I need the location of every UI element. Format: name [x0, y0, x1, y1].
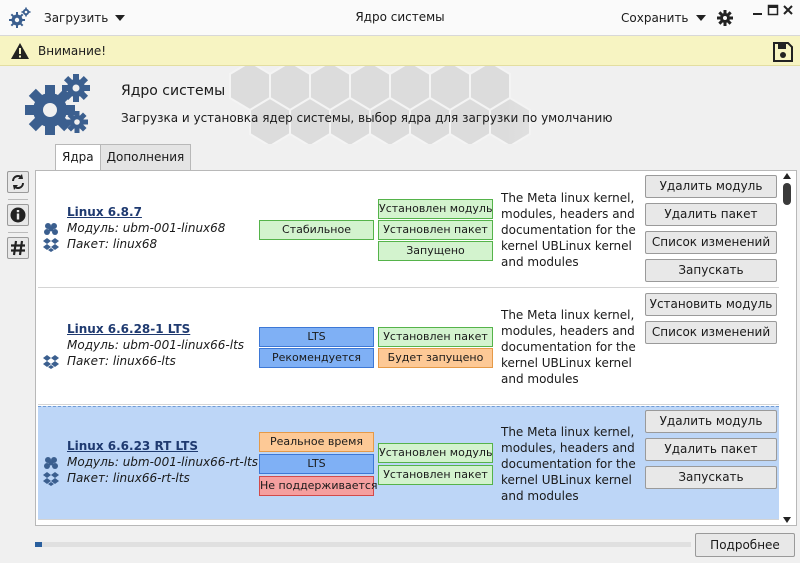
scroll-up-icon[interactable]	[782, 172, 792, 180]
floppy-disk-icon[interactable]	[772, 41, 794, 63]
hexagon-background	[100, 66, 640, 144]
status-badge: LTS	[259, 327, 374, 347]
kernel-name-link[interactable]: Linux 6.6.23 RT LTS	[67, 439, 198, 453]
kernel-package: Пакет: linux66-lts	[67, 354, 176, 368]
launch-button[interactable]: Запускать	[645, 259, 777, 282]
tool-separator	[8, 199, 28, 200]
launch-button[interactable]: Запускать	[645, 466, 777, 489]
tab-addons[interactable]: Дополнения	[99, 144, 192, 170]
status-badge: Стабильное	[259, 220, 374, 240]
status-badge: Запущено	[378, 241, 493, 261]
kernel-description: The Meta linux kernel, modules, headers …	[501, 308, 636, 386]
tool-separator	[8, 232, 28, 233]
tab-kernels[interactable]: Ядра	[55, 144, 101, 171]
status-badge: Установлен пакет	[378, 220, 493, 240]
info-icon	[10, 207, 26, 223]
kernel-package: Пакет: linux66-rt-lts	[67, 471, 190, 485]
chevron-down-icon	[695, 15, 706, 21]
kernel-row[interactable]: Linux 6.8.7 Модуль: ubm-001-linux68 Паке…	[38, 171, 779, 288]
warning-icon	[11, 43, 29, 59]
remove-module-button[interactable]: Удалить модуль	[645, 175, 777, 198]
kernel-name-link[interactable]: Linux 6.6.28-1 LTS	[67, 322, 190, 336]
status-badge: LTS	[259, 454, 374, 474]
module-icon	[44, 223, 58, 235]
close-icon[interactable]	[782, 4, 794, 16]
scrollbar-thumb[interactable]	[783, 183, 791, 205]
kernel-description: The Meta linux kernel, modules, headers …	[501, 425, 636, 503]
changelog-button[interactable]: Список изменений	[645, 321, 777, 344]
hash-button[interactable]	[7, 237, 29, 259]
load-menu[interactable]: Загрузить	[44, 9, 126, 27]
title-bar: Загрузить Ядро системы Сохранить	[0, 0, 800, 36]
refresh-button[interactable]	[7, 171, 29, 193]
status-badge: Будет запущено	[378, 348, 493, 368]
remove-package-button[interactable]: Удалить пакет	[645, 438, 777, 461]
kernel-name-link[interactable]: Linux 6.8.7	[67, 205, 142, 219]
page-title: Ядро системы	[121, 83, 226, 99]
hash-icon	[11, 240, 25, 256]
page-subtitle: Загрузка и установка ядер системы, выбор…	[121, 111, 613, 125]
status-badge: Рекомендуется	[259, 348, 374, 368]
tab-bar: Ядра Дополнения	[55, 144, 192, 171]
maximize-icon[interactable]	[767, 4, 779, 16]
kernel-row[interactable]: Linux 6.6.28-1 LTS Модуль: ubm-001-linux…	[38, 289, 779, 405]
warning-text: Внимание!	[38, 44, 107, 58]
gear-icon[interactable]	[716, 9, 734, 27]
kernel-list: Linux 6.8.7 Модуль: ubm-001-linux68 Паке…	[35, 170, 797, 526]
warning-bar: Внимание!	[0, 36, 800, 66]
kernel-module: Модуль: ubm-001-linux68	[67, 221, 226, 235]
status-badge: Установлен пакет	[378, 327, 493, 347]
dropbox-icon	[43, 238, 59, 252]
changelog-button[interactable]: Список изменений	[645, 231, 777, 254]
save-menu[interactable]: Сохранить	[621, 9, 706, 27]
refresh-icon	[12, 174, 24, 190]
status-badge: Не поддерживается	[259, 476, 378, 496]
install-module-button[interactable]: Установить модуль	[645, 293, 777, 316]
remove-package-button[interactable]: Удалить пакет	[645, 203, 777, 226]
remove-module-button[interactable]: Удалить модуль	[645, 410, 777, 433]
kernel-row[interactable]: Linux 6.6.23 RT LTS Модуль: ubm-001-linu…	[38, 406, 779, 520]
chevron-down-icon	[115, 15, 126, 21]
load-menu-label: Загрузить	[44, 11, 109, 25]
gears-icon	[25, 74, 90, 135]
minimize-icon[interactable]	[752, 4, 764, 16]
module-icon	[44, 457, 58, 469]
save-menu-label: Сохранить	[621, 11, 689, 25]
kernel-module: Модуль: ubm-001-linux66-rt-lts	[67, 455, 259, 469]
progress-fill	[35, 542, 42, 547]
scroll-down-icon[interactable]	[782, 516, 792, 524]
kernel-package: Пакет: linux68	[67, 237, 158, 251]
gears-icon	[9, 7, 31, 28]
status-badge: Установлен пакет	[378, 465, 493, 485]
status-badge: Реальное время	[259, 432, 374, 452]
kernel-description: The Meta linux kernel, modules, headers …	[501, 191, 636, 269]
page-header: Ядро системы Загрузка и установка ядер с…	[0, 66, 800, 144]
info-button[interactable]	[7, 204, 29, 226]
details-button[interactable]: Подробнее	[695, 533, 795, 557]
status-badge: Установлен модуль	[378, 443, 493, 463]
dropbox-icon	[43, 355, 59, 369]
status-badge: Установлен модуль	[378, 199, 493, 219]
kernel-module: Модуль: ubm-001-linux66-lts	[67, 338, 245, 352]
dropbox-icon	[43, 472, 59, 486]
progress-bar	[35, 542, 691, 547]
